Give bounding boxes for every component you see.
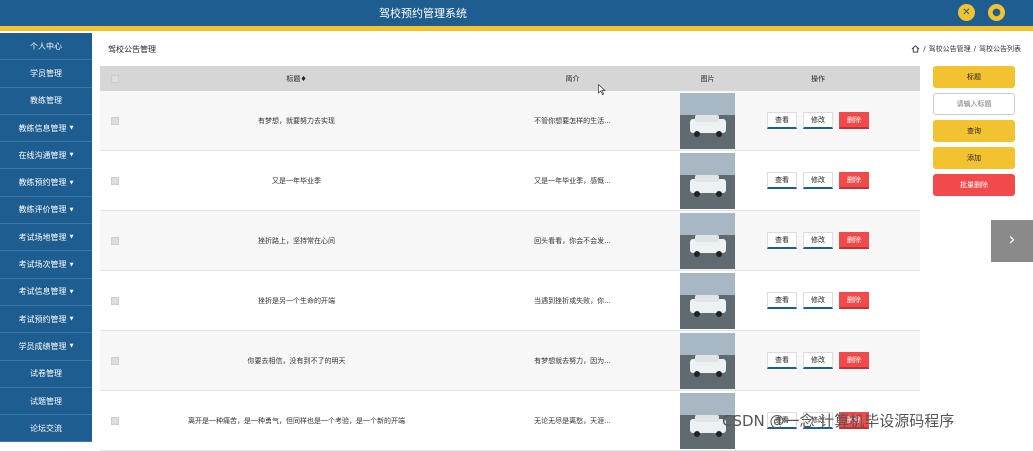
row-checkbox[interactable] (111, 356, 119, 365)
chevron-down-icon: ▼ (69, 179, 74, 186)
sidebar-item-exam-venue[interactable]: 考试场地管理 ▼ (0, 224, 92, 252)
row-intro: 不管你想要怎样的生活... (534, 116, 611, 125)
row-title: 挫折是另一个生命的开端 (258, 296, 335, 305)
delete-button[interactable]: 删除 (839, 352, 869, 369)
delete-button[interactable]: 删除 (839, 172, 869, 189)
car-photo-image (680, 92, 735, 149)
announcement-table: 标题♦ 简介 图片 操作 有梦想，就要努力去实现 不管你想要怎样的生活... 查… (100, 66, 920, 451)
fullscreen-icon[interactable]: ✕ (958, 4, 975, 21)
edit-button[interactable]: 修改 (803, 292, 833, 309)
title-filter-button[interactable]: 标题 (933, 66, 1015, 88)
home-icon[interactable] (911, 45, 920, 53)
sidebar-item-forum[interactable]: 论坛交流 (0, 415, 92, 443)
sidebar-item-scores[interactable]: 学员成绩管理 ▼ (0, 333, 92, 361)
table-row: 有梦想，就要努力去实现 不管你想要怎样的生活... 查看 修改 删除 (100, 91, 920, 151)
app-title: 驾校预约管理系统 (379, 7, 467, 20)
car-photo-image (680, 212, 735, 269)
view-button[interactable]: 查看 (767, 292, 797, 309)
row-title: 离开是一种痛苦，是一种勇气，但同样也是一个考验，是一个新的开端 (188, 416, 405, 425)
view-button[interactable]: 查看 (767, 172, 797, 189)
breadcrumb-link[interactable]: 驾校公告管理 (929, 44, 971, 54)
select-all-checkbox[interactable] (111, 74, 119, 83)
row-checkbox[interactable] (111, 176, 119, 185)
edit-button[interactable]: 修改 (803, 112, 833, 129)
sidebar-item-exam-booking[interactable]: 考试预约管理 ▼ (0, 306, 92, 334)
row-title: 有梦想，就要努力去实现 (258, 116, 335, 125)
table-header: 标题♦ 简介 图片 操作 (100, 66, 920, 91)
table-row: 挫折是另一个生命的开端 当遇到挫折或失败，你... 查看 修改 删除 (100, 271, 920, 331)
sidebar-item-papers[interactable]: 试卷管理 (0, 361, 92, 388)
add-button[interactable]: 添加 (933, 147, 1015, 169)
view-button[interactable]: 查看 (767, 112, 797, 129)
user-icon[interactable]: ● (988, 4, 1005, 21)
table-row: 又是一年毕业季 又是一年毕业季，感慨... 查看 修改 删除 (100, 151, 920, 211)
row-thumbnail[interactable] (680, 272, 735, 329)
delete-button[interactable]: 删除 (839, 292, 869, 309)
row-intro: 无论无尽是离愁，天涯... (534, 416, 611, 425)
chevron-down-icon: ▼ (69, 288, 74, 295)
row-title: 挫折路上，坚持常在心间 (258, 236, 335, 245)
sidebar-item-coach-booking[interactable]: 教练预约管理 ▼ (0, 169, 92, 197)
row-title: 又是一年毕业季 (272, 176, 321, 185)
row-thumbnail[interactable] (680, 212, 735, 269)
delete-button[interactable]: 删除 (839, 232, 869, 249)
row-intro: 有梦想就去努力，因为... (534, 356, 611, 365)
view-button[interactable]: 查看 (767, 352, 797, 369)
batch-delete-button[interactable]: 批量删除 (933, 174, 1015, 196)
mouse-cursor-icon (598, 84, 606, 95)
view-button[interactable]: 查看 (767, 232, 797, 249)
edit-button[interactable]: 修改 (803, 232, 833, 249)
action-rail: 标题 查询 添加 批量删除 (933, 66, 1015, 201)
column-title[interactable]: 标题♦ (130, 74, 473, 84)
breadcrumb-current: 驾校公告列表 (979, 45, 1021, 53)
chevron-down-icon: ▼ (69, 125, 74, 132)
row-intro: 回头看看，你会不会发... (534, 236, 611, 245)
car-photo-image (680, 152, 735, 209)
row-title: 你要去相信，没有到不了的明天 (247, 356, 346, 365)
row-checkbox[interactable] (111, 416, 119, 425)
sidebar-item-exam-session[interactable]: 考试场次管理 ▼ (0, 251, 92, 279)
chevron-down-icon: ▼ (69, 261, 74, 268)
sidebar-item-chat[interactable]: 在线沟通管理 ▼ (0, 142, 92, 170)
breadcrumb: / 驾校公告管理 / 驾校公告列表 (911, 44, 1021, 54)
sidebar-item-profile[interactable]: 个人中心 (0, 33, 92, 61)
top-bar: 驾校预约管理系统 ✕ ● (0, 0, 1033, 26)
table-row: 你要去相信，没有到不了的明天 有梦想就去努力，因为... 查看 修改 删除 (100, 331, 920, 391)
sidebar-item-students[interactable]: 学员管理 (0, 60, 92, 88)
table-row: 挫折路上，坚持常在心间 回头看看，你会不会发... 查看 修改 删除 (100, 211, 920, 271)
query-button[interactable]: 查询 (933, 120, 1015, 142)
sidebar-item-coaches[interactable]: 教练管理 (0, 88, 92, 115)
row-checkbox[interactable] (111, 296, 119, 305)
watermark-text: CSDN @一念 计算机毕设源码程序 (722, 412, 955, 430)
sidebar-item-questions[interactable]: 试题管理 (0, 388, 92, 416)
page-title: 驾校公告管理 (108, 45, 156, 54)
search-input[interactable] (933, 93, 1015, 115)
row-checkbox[interactable] (111, 116, 119, 125)
chevron-down-icon: ▼ (69, 152, 74, 159)
row-intro: 当遇到挫折或失败，你... (534, 296, 611, 305)
header-accent-stripe (0, 26, 1033, 31)
row-thumbnail[interactable] (680, 152, 735, 209)
column-image: 图片 (700, 74, 715, 83)
chevron-down-icon: ▼ (69, 206, 74, 213)
next-page-arrow[interactable]: › (991, 220, 1033, 262)
sidebar-item-coach-info[interactable]: 教练信息管理 ▼ (0, 115, 92, 143)
row-intro: 又是一年毕业季，感慨... (534, 176, 611, 185)
car-photo-image (680, 272, 735, 329)
car-photo-image (680, 332, 735, 389)
sidebar-item-coach-review[interactable]: 教练评价管理 ▼ (0, 197, 92, 225)
column-intro: 简介 (565, 74, 580, 83)
chevron-down-icon: ▼ (69, 316, 74, 323)
row-checkbox[interactable] (111, 236, 119, 245)
delete-button[interactable]: 删除 (839, 112, 869, 129)
row-thumbnail[interactable] (680, 92, 735, 149)
chevron-down-icon: ▼ (69, 343, 74, 350)
chevron-down-icon: ▼ (69, 234, 74, 241)
sidebar: 个人中心 学员管理 教练管理 教练信息管理 ▼ 在线沟通管理 ▼ 教练预约管理 ▼ 教… (0, 33, 92, 443)
edit-button[interactable]: 修改 (803, 172, 833, 189)
edit-button[interactable]: 修改 (803, 352, 833, 369)
column-actions: 操作 (811, 74, 825, 83)
sidebar-item-exam-info[interactable]: 考试信息管理 ▼ (0, 279, 92, 306)
row-thumbnail[interactable] (680, 332, 735, 389)
